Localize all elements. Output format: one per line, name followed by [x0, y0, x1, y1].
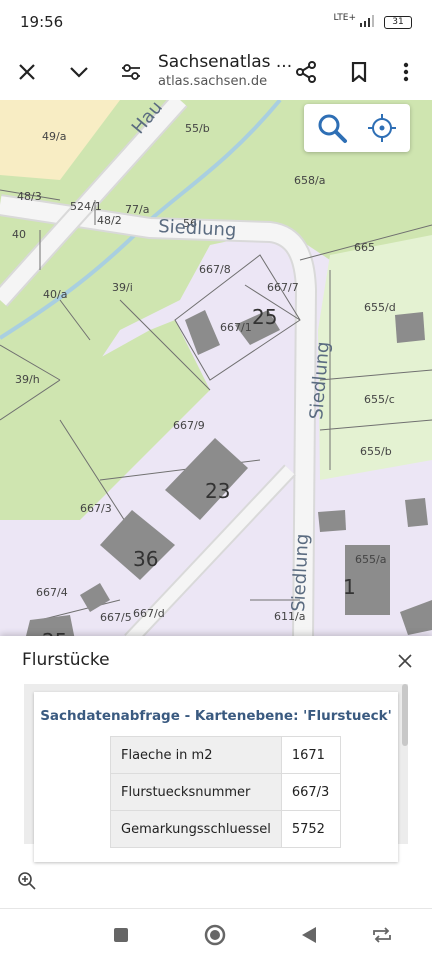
- browser-toolbar: Sachsenatlas ... atlas.sachsen.de: [0, 44, 432, 100]
- parcel-label: 665: [354, 241, 375, 254]
- share-icon: [296, 61, 316, 83]
- result-card: Sachdatenabfrage - Kartenebene: 'Flurstu…: [34, 692, 398, 862]
- page-url[interactable]: atlas.sachsen.de: [158, 74, 267, 89]
- panel-title: Flurstücke: [22, 650, 110, 670]
- attribute-value: 667/3: [280, 773, 341, 811]
- parcel-label: 667/4: [36, 586, 68, 599]
- square-icon: [114, 928, 128, 942]
- search-button[interactable]: [314, 110, 350, 146]
- close-tab-button[interactable]: [9, 54, 45, 90]
- attribute-table: Flaeche in m2 1671 Flurstuecksnummer 667…: [110, 736, 341, 848]
- scrollbar[interactable]: [402, 684, 408, 746]
- parcel-label: 667/3: [80, 502, 112, 515]
- page-title: Sachsenatlas ...: [158, 52, 293, 72]
- locate-button[interactable]: [364, 110, 400, 146]
- status-time: 19:56: [20, 13, 64, 31]
- home-circle-icon: [204, 924, 226, 946]
- rotate-icon: [373, 927, 391, 943]
- collapse-button[interactable]: [61, 54, 97, 90]
- zoom-to-button[interactable]: [16, 870, 38, 892]
- close-panel-button[interactable]: [394, 650, 416, 672]
- network-type: LTE+: [333, 13, 357, 23]
- parcel-label: 667/d: [133, 607, 165, 620]
- search-icon: [318, 114, 347, 143]
- table-row: Flaeche in m2 1671: [110, 736, 341, 774]
- parcel-label: 77/a: [125, 203, 149, 216]
- parcel-label: 48/3: [17, 190, 42, 203]
- back-triangle-icon: [302, 927, 316, 943]
- parcel-label: 655/a: [355, 553, 386, 566]
- map-controls: [304, 104, 410, 152]
- tune-icon: [122, 64, 140, 80]
- bookmark-button[interactable]: [341, 54, 377, 90]
- chevron-down-icon: [70, 67, 88, 78]
- parcel-label: 667/5: [100, 611, 132, 624]
- battery-icon: 31: [384, 16, 412, 29]
- parcel-label: 667/1: [220, 321, 252, 334]
- parcel-label: 667/7: [267, 281, 299, 294]
- parcel-label: 48/2: [97, 214, 122, 227]
- system-nav-bar: [0, 908, 432, 961]
- house-number: 36: [133, 547, 158, 571]
- cadastral-map[interactable]: 49/a 55/b 658/a 48/3 524/1 77/a 48/2 40 …: [0, 100, 432, 640]
- signal-icon: [360, 15, 374, 27]
- attribute-key: Flurstuecksnummer: [110, 773, 282, 811]
- parcel-label: 655/c: [364, 393, 395, 406]
- parcel-label: 39/h: [15, 373, 40, 386]
- map-canvas[interactable]: 49/a 55/b 658/a 48/3 524/1 77/a 48/2 40 …: [0, 100, 432, 640]
- attribute-value: 1671: [280, 736, 341, 774]
- attribute-value: 5752: [280, 810, 341, 848]
- recents-button[interactable]: [107, 921, 135, 949]
- house-number: 23: [205, 479, 230, 503]
- battery-level: 31: [392, 17, 404, 27]
- house-number: 1: [343, 575, 356, 599]
- attribute-key: Gemarkungsschluessel: [110, 810, 282, 848]
- zoom-in-icon: [18, 872, 36, 890]
- locate-icon: [368, 114, 396, 142]
- parcel-label: 655/d: [364, 301, 396, 314]
- parcel-label: 655/b: [360, 445, 392, 458]
- close-icon: [398, 654, 412, 668]
- street-label: Siedlung: [288, 533, 313, 612]
- flurstuecke-panel: Flurstücke Sachdatenabfrage - Karteneben…: [0, 636, 432, 908]
- parcel-label: 49/a: [42, 130, 66, 143]
- parcel-label: 658/a: [294, 174, 325, 187]
- table-row: Flurstuecksnummer 667/3: [110, 773, 341, 811]
- table-row: Gemarkungsschluessel 5752: [110, 810, 341, 848]
- back-button[interactable]: [295, 921, 323, 949]
- more-vert-icon: [403, 62, 409, 82]
- close-icon: [19, 64, 35, 80]
- parcel-label: 667/9: [173, 419, 205, 432]
- parcel-label: 40: [12, 228, 26, 241]
- share-button[interactable]: [288, 54, 324, 90]
- attribute-key: Flaeche in m2: [110, 736, 282, 774]
- card-title: Sachdatenabfrage - Kartenebene: 'Flurstu…: [40, 708, 392, 724]
- home-button[interactable]: [201, 921, 229, 949]
- rotate-button[interactable]: [368, 921, 396, 949]
- status-bar: 19:56 LTE+ 31: [0, 0, 432, 44]
- street-label: Siedlung: [158, 216, 237, 241]
- parcel-label: 524/1: [70, 200, 102, 213]
- parcel-label: 667/8: [199, 263, 231, 276]
- parcel-label: 40/a: [43, 288, 67, 301]
- site-settings-button[interactable]: [113, 54, 149, 90]
- results-container[interactable]: Sachdatenabfrage - Kartenebene: 'Flurstu…: [24, 684, 408, 862]
- house-number: 25: [252, 305, 277, 329]
- bookmark-icon: [351, 62, 367, 82]
- parcel-label: 39/i: [112, 281, 133, 294]
- parcel-label: 55/b: [185, 122, 210, 135]
- more-options-button[interactable]: [388, 54, 424, 90]
